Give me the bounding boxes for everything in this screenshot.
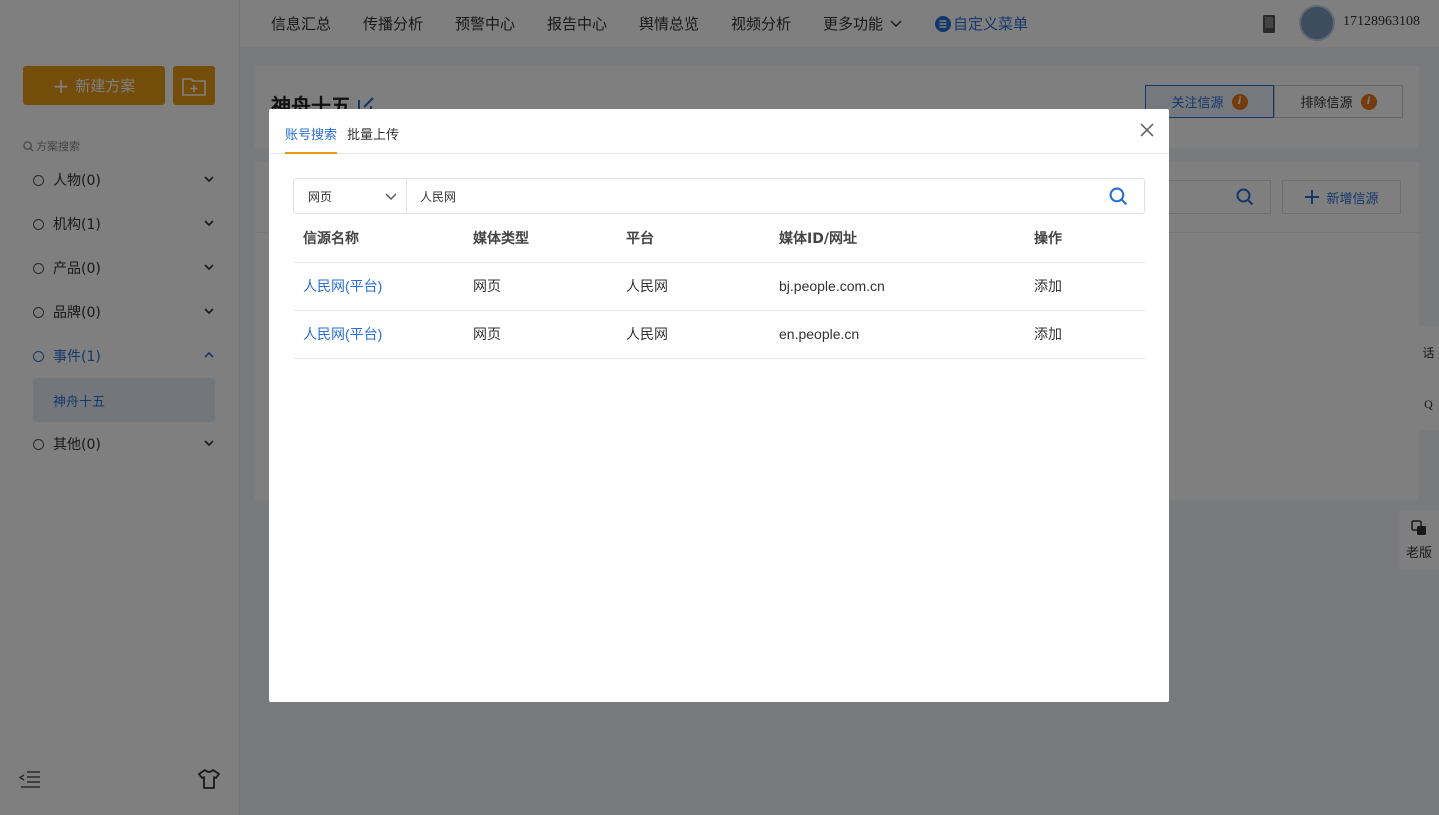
add-source-dialog: 账号搜索 批量上传 网页 信源名称 媒体类型 平台 媒体ID/网址 操作 人民网… — [269, 109, 1169, 702]
column-header-media-type: 媒体类型 — [463, 214, 616, 263]
dialog-header: 账号搜索 批量上传 — [269, 109, 1169, 154]
platform-cell: 人民网 — [616, 262, 769, 311]
source-search-input[interactable] — [407, 179, 1097, 213]
media-type-cell: 网页 — [463, 262, 616, 311]
add-button[interactable]: 添加 — [1024, 262, 1145, 311]
source-name-link[interactable]: 人民网(平台) — [293, 310, 463, 359]
column-header-media-id-url: 媒体ID/网址 — [769, 214, 1024, 263]
active-tab-indicator — [285, 152, 337, 154]
add-button[interactable]: 添加 — [1024, 310, 1145, 359]
platform-cell: 人民网 — [616, 310, 769, 359]
column-header-platform: 平台 — [616, 214, 769, 263]
media-type-select[interactable]: 网页 — [294, 179, 407, 213]
table-row: 人民网(平台) 网页 人民网 en.people.cn 添加 — [293, 310, 1145, 359]
table-row: 人民网(平台) 网页 人民网 bj.people.com.cn 添加 — [293, 262, 1145, 311]
media-type-cell: 网页 — [463, 310, 616, 359]
chevron-down-icon — [385, 193, 397, 200]
search-icon[interactable] — [1109, 187, 1128, 206]
column-header-source-name: 信源名称 — [293, 214, 463, 263]
tab-account-search[interactable]: 账号搜索 — [285, 124, 337, 143]
source-search-bar: 网页 — [293, 178, 1145, 214]
tab-batch-upload[interactable]: 批量上传 — [347, 124, 399, 143]
source-name-link[interactable]: 人民网(平台) — [293, 262, 463, 311]
search-results-table: 信源名称 媒体类型 平台 媒体ID/网址 操作 人民网(平台) 网页 人民网 b… — [293, 214, 1145, 359]
table-header-row: 信源名称 媒体类型 平台 媒体ID/网址 操作 — [293, 214, 1145, 263]
url-cell: bj.people.com.cn — [769, 262, 1024, 311]
close-icon[interactable] — [1139, 122, 1155, 138]
url-cell: en.people.cn — [769, 310, 1024, 359]
column-header-action: 操作 — [1024, 214, 1145, 263]
